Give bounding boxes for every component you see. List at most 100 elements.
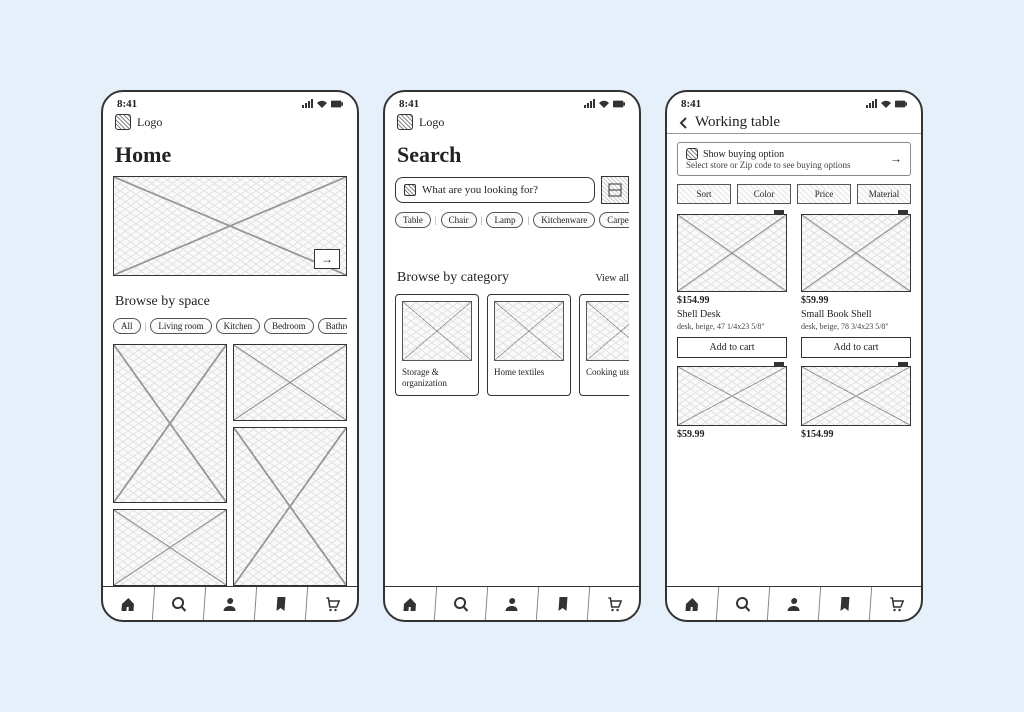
product-image bbox=[801, 366, 911, 426]
chip-bathroom[interactable]: Bathroom bbox=[318, 318, 347, 334]
nav-home[interactable] bbox=[666, 587, 719, 620]
back-row[interactable]: Working table bbox=[667, 112, 921, 134]
category-label: Cooking utensil bbox=[586, 367, 629, 378]
status-icons bbox=[865, 99, 907, 109]
category-card[interactable]: Cooking utensil bbox=[579, 294, 629, 396]
nav-profile[interactable] bbox=[204, 587, 257, 620]
product-grid: $154.99 Shell Desk desk, beige, 47 1/4x2… bbox=[677, 214, 911, 358]
filter-row: Sort Color Price Material bbox=[677, 184, 911, 204]
home-icon bbox=[401, 596, 418, 612]
buying-option-card[interactable]: Show buying option Select store or Zip c… bbox=[677, 142, 911, 176]
space-tile[interactable] bbox=[113, 509, 227, 586]
nav-cart[interactable] bbox=[588, 587, 640, 620]
chip-living-room[interactable]: Living room bbox=[150, 318, 211, 334]
nav-cart[interactable] bbox=[870, 587, 922, 620]
phone-results: 8:41 Working table Show buying option Se… bbox=[665, 90, 923, 622]
add-to-cart-button[interactable]: Add to cart bbox=[677, 337, 787, 358]
tag-table[interactable]: Table bbox=[395, 212, 431, 228]
space-grid bbox=[113, 344, 347, 586]
product-card[interactable]: $154.99 bbox=[801, 366, 911, 440]
product-image bbox=[677, 366, 787, 426]
logo-row: Logo bbox=[103, 112, 357, 132]
product-image bbox=[801, 214, 911, 292]
filter-material[interactable]: Material bbox=[857, 184, 911, 204]
status-bar: 8:41 bbox=[385, 92, 639, 112]
category-card[interactable]: Storage & organization bbox=[395, 294, 479, 396]
page-title: Home bbox=[115, 142, 345, 168]
category-image bbox=[494, 301, 564, 361]
back-icon bbox=[677, 116, 691, 130]
profile-icon bbox=[503, 596, 520, 612]
nav-search[interactable] bbox=[717, 587, 770, 620]
bookmark-icon bbox=[272, 596, 289, 612]
status-bar: 8:41 bbox=[667, 92, 921, 112]
bottom-nav bbox=[103, 586, 357, 620]
phone-search: 8:41 Logo Search What are you looking fo… bbox=[383, 90, 641, 622]
buying-option-sub: Select store or Zip code to see buying o… bbox=[686, 160, 902, 170]
bottom-nav bbox=[385, 586, 639, 620]
nav-profile[interactable] bbox=[768, 587, 821, 620]
home-icon bbox=[683, 596, 700, 612]
tag-carpet[interactable]: Carpet bbox=[599, 212, 629, 228]
filter-sort[interactable]: Sort bbox=[677, 184, 731, 204]
search-tags: Table | Chair | Lamp | Kitchenware Carpe… bbox=[395, 212, 629, 228]
product-card[interactable]: $154.99 Shell Desk desk, beige, 47 1/4x2… bbox=[677, 214, 787, 358]
space-tile[interactable] bbox=[233, 344, 347, 421]
add-to-cart-button[interactable]: Add to cart bbox=[801, 337, 911, 358]
space-tile[interactable] bbox=[233, 427, 347, 586]
product-price: $154.99 bbox=[801, 429, 911, 440]
nav-search[interactable] bbox=[435, 587, 488, 620]
product-name: Shell Desk bbox=[677, 309, 787, 320]
page-title: Search bbox=[397, 142, 627, 168]
tag-kitchenware[interactable]: Kitchenware bbox=[533, 212, 595, 228]
signal-icon bbox=[583, 99, 595, 109]
search-placeholder: What are you looking for? bbox=[422, 184, 538, 196]
chip-bedroom[interactable]: Bedroom bbox=[264, 318, 314, 334]
nav-bookmark[interactable] bbox=[255, 587, 308, 620]
product-price: $154.99 bbox=[677, 295, 787, 306]
cart-icon bbox=[605, 596, 622, 612]
space-tile[interactable] bbox=[113, 344, 227, 503]
nav-cart[interactable] bbox=[306, 587, 358, 620]
tag-lamp[interactable]: Lamp bbox=[486, 212, 523, 228]
category-label: Home textiles bbox=[494, 367, 564, 378]
category-row: Storage & organization Home textiles Coo… bbox=[395, 294, 629, 396]
category-image bbox=[402, 301, 472, 361]
profile-icon bbox=[785, 596, 802, 612]
chip-all[interactable]: All bbox=[113, 318, 141, 334]
nav-bookmark[interactable] bbox=[537, 587, 590, 620]
bottom-nav bbox=[667, 586, 921, 620]
search-icon bbox=[170, 596, 187, 612]
search-icon bbox=[734, 596, 751, 612]
product-price: $59.99 bbox=[801, 295, 911, 306]
nav-home[interactable] bbox=[102, 587, 155, 620]
hero-banner[interactable]: → bbox=[113, 176, 347, 276]
view-all-link[interactable]: View all bbox=[595, 273, 629, 284]
wifi-icon bbox=[316, 99, 328, 109]
nav-search[interactable] bbox=[153, 587, 206, 620]
product-desc: desk, beige, 78 3/4x23 5/8" bbox=[801, 323, 911, 332]
filter-price[interactable]: Price bbox=[797, 184, 851, 204]
status-bar: 8:41 bbox=[103, 92, 357, 112]
search-icon bbox=[452, 596, 469, 612]
tag-chair[interactable]: Chair bbox=[441, 212, 477, 228]
cart-icon bbox=[323, 596, 340, 612]
product-card[interactable]: $59.99 bbox=[677, 366, 787, 440]
bookmark-icon bbox=[554, 596, 571, 612]
product-card[interactable]: $59.99 Small Book Shell desk, beige, 78 … bbox=[801, 214, 911, 358]
bookmark-icon bbox=[836, 596, 853, 612]
category-image bbox=[586, 301, 629, 361]
nav-home[interactable] bbox=[384, 587, 437, 620]
filter-color[interactable]: Color bbox=[737, 184, 791, 204]
nav-bookmark[interactable] bbox=[819, 587, 872, 620]
search-input[interactable]: What are you looking for? bbox=[395, 177, 595, 203]
buying-option-heading: Show buying option bbox=[703, 149, 784, 160]
home-icon bbox=[119, 596, 136, 612]
battery-icon bbox=[895, 99, 907, 109]
nav-profile[interactable] bbox=[486, 587, 539, 620]
logo-label: Logo bbox=[137, 115, 162, 130]
chip-kitchen[interactable]: Kitchen bbox=[216, 318, 261, 334]
scan-button[interactable] bbox=[601, 176, 629, 204]
category-card[interactable]: Home textiles bbox=[487, 294, 571, 396]
hero-next-button[interactable]: → bbox=[314, 249, 340, 269]
